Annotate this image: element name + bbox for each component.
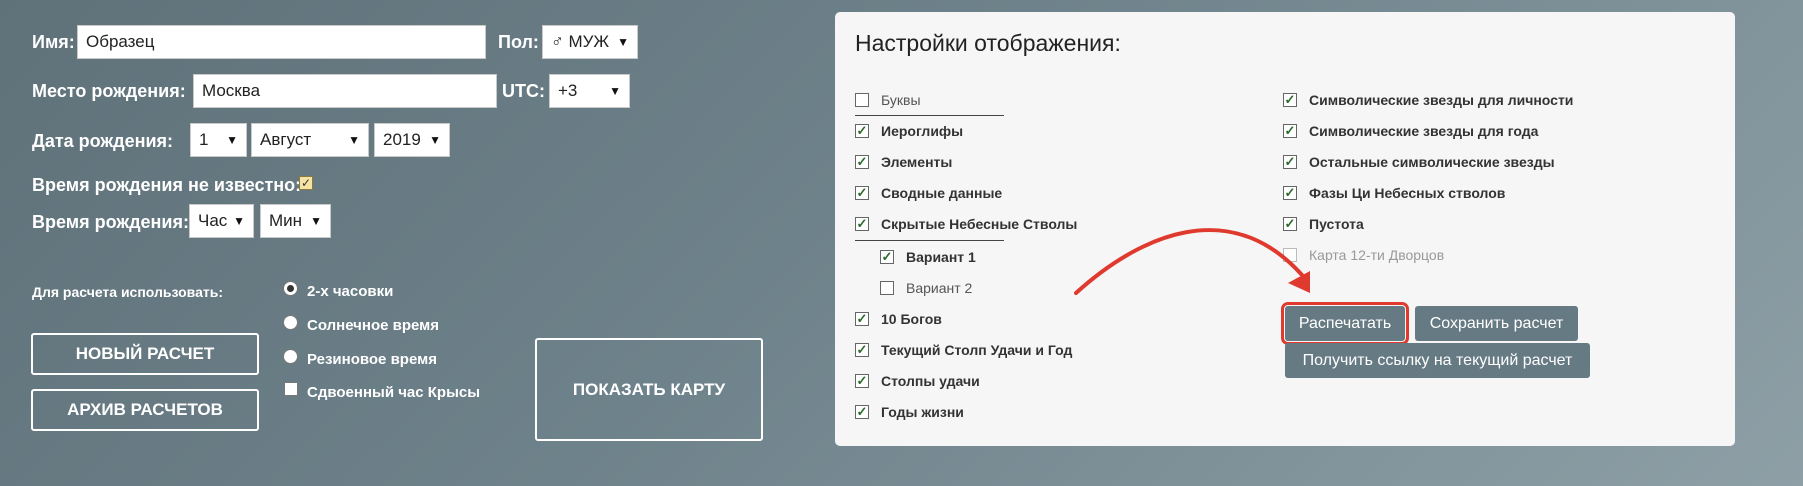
checkbox-hidden-stems[interactable]: ✓ [855, 217, 869, 231]
chevron-down-icon: ▼ [429, 133, 441, 147]
utc-label: UTC: [502, 81, 545, 101]
radio-2h-label: 2-х часовки [307, 283, 394, 300]
chevron-down-icon: ▼ [226, 133, 238, 147]
double-rat-label: Сдвоенный час Крысы [307, 384, 481, 401]
show-map-button[interactable]: ПОКАЗАТЬ КАРТУ [535, 338, 763, 441]
label-variant-1: Вариант 1 [906, 249, 976, 265]
checkbox-hieroglyphs[interactable]: ✓ [855, 124, 869, 138]
day-select[interactable]: 1 ▼ [190, 123, 247, 157]
label-variant-2: Вариант 2 [906, 280, 973, 296]
checkbox-10-gods[interactable]: ✓ [855, 312, 869, 326]
birthtime-label: Время рождения: [32, 212, 189, 232]
label-10-gods: 10 Богов [881, 311, 942, 327]
checkbox-luck-pillars[interactable]: ✓ [855, 374, 869, 388]
sex-select[interactable]: ♂ МУЖ ▼ [542, 25, 638, 59]
utc-value: +3 [558, 81, 578, 100]
annotation-arrow [1074, 228, 1310, 295]
double-rat-checkbox[interactable] [284, 382, 298, 396]
checkbox-variant-2[interactable] [880, 281, 894, 295]
minute-value: Мин [269, 211, 303, 230]
label-current-pillar: Текущий Столп Удачи и Год [881, 342, 1073, 358]
label-elements: Элементы [881, 154, 953, 170]
checkbox-qi-phases[interactable]: ✓ [1283, 186, 1297, 200]
divider [855, 240, 1004, 241]
divider [855, 115, 1004, 116]
label-life-years: Годы жизни [881, 404, 964, 420]
utc-select[interactable]: +3 ▼ [549, 74, 630, 108]
year-select[interactable]: 2019 ▼ [374, 123, 450, 157]
birthplace-label: Место рождения: [32, 81, 186, 101]
calc-use-label: Для расчета использовать: [32, 284, 223, 300]
label-qi-phases: Фазы Ци Небесных стволов [1309, 185, 1506, 201]
year-value: 2019 [383, 130, 421, 149]
time-unknown-checkbox[interactable]: ✓ [299, 176, 313, 190]
checkbox-summary[interactable]: ✓ [855, 186, 869, 200]
label-hidden-stems: Скрытые Небесные Стволы [881, 216, 1078, 232]
month-value: Август [260, 130, 312, 149]
hour-value: Час [198, 211, 228, 230]
label-stars-year: Символические звезды для года [1309, 123, 1539, 139]
checkbox-stars-other[interactable]: ✓ [1283, 155, 1297, 169]
label-letters: Буквы [881, 92, 921, 108]
name-input[interactable]: Образец [77, 25, 486, 59]
chevron-down-icon: ▼ [233, 214, 245, 228]
sex-value: ♂ МУЖ [551, 32, 610, 51]
birthplace-input[interactable]: Москва [193, 74, 497, 108]
label-luck-pillars: Столпы удачи [881, 373, 980, 389]
hour-select[interactable]: Час ▼ [189, 204, 254, 238]
chevron-down-icon: ▼ [609, 84, 621, 98]
name-label: Имя: [32, 32, 75, 52]
radio-solar-label: Солнечное время [307, 317, 439, 334]
archive-button[interactable]: АРХИВ РАСЧЕТОВ [31, 389, 259, 431]
checkbox-letters[interactable] [855, 93, 869, 107]
radio-rubber[interactable] [283, 349, 298, 364]
checkbox-variant-1[interactable]: ✓ [880, 250, 894, 264]
new-calc-button[interactable]: НОВЫЙ РАСЧЕТ [31, 333, 259, 375]
label-hieroglyphs: Иероглифы [881, 123, 964, 139]
minute-select[interactable]: Мин ▼ [260, 204, 331, 238]
sex-label: Пол: [498, 32, 539, 52]
month-select[interactable]: Август ▼ [251, 123, 369, 157]
checkbox-current-pillar[interactable]: ✓ [855, 343, 869, 357]
radio-solar[interactable] [283, 315, 298, 330]
label-summary: Сводные данные [881, 185, 1003, 201]
checkbox-stars-year[interactable]: ✓ [1283, 124, 1297, 138]
birthdate-label: Дата рождения: [32, 131, 174, 151]
radio-rubber-label: Резиновое время [307, 351, 437, 368]
panel-title: Настройки отображения: [855, 30, 1121, 56]
checkbox-elements[interactable]: ✓ [855, 155, 869, 169]
day-value: 1 [199, 130, 209, 149]
chevron-down-icon: ▼ [310, 214, 322, 228]
get-link-button[interactable]: Получить ссылку на текущий расчет [1285, 343, 1590, 378]
radio-2h[interactable] [283, 281, 298, 296]
checkbox-stars-personal[interactable]: ✓ [1283, 93, 1297, 107]
label-stars-personal: Символические звезды для личности [1309, 92, 1574, 108]
save-calc-button[interactable]: Сохранить расчет [1415, 306, 1578, 341]
chevron-down-icon: ▼ [348, 133, 360, 147]
checkbox-life-years[interactable]: ✓ [855, 405, 869, 419]
chevron-down-icon: ▼ [617, 35, 629, 49]
label-12-palaces: Карта 12-ти Дворцов [1309, 247, 1445, 263]
time-unknown-label: Время рождения не известно: [32, 175, 302, 195]
label-stars-other: Остальные символические звезды [1309, 154, 1555, 170]
